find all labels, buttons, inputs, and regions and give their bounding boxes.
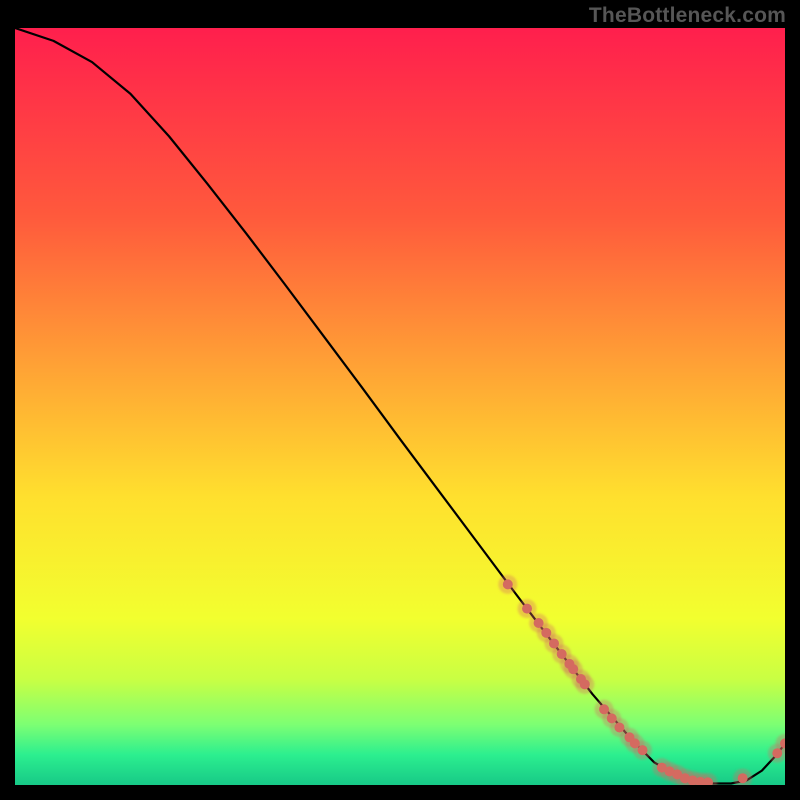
marker-point xyxy=(534,618,544,628)
marker-point xyxy=(541,628,551,638)
marker-point xyxy=(599,704,609,714)
marker-point xyxy=(607,713,617,723)
gradient-background xyxy=(15,28,785,785)
watermark-label: TheBottleneck.com xyxy=(589,4,786,28)
marker-point xyxy=(522,604,532,614)
marker-point xyxy=(557,649,567,659)
marker-point xyxy=(614,722,624,732)
marker-point xyxy=(549,638,559,648)
marker-point xyxy=(638,745,648,755)
chart-stage: TheBottleneck.com xyxy=(0,0,800,800)
marker-point xyxy=(503,579,513,589)
marker-point xyxy=(738,773,748,783)
marker-point xyxy=(580,679,590,689)
marker-point xyxy=(630,738,640,748)
bottleneck-chart xyxy=(15,28,785,785)
marker-point xyxy=(772,748,782,758)
marker-point xyxy=(568,664,578,674)
